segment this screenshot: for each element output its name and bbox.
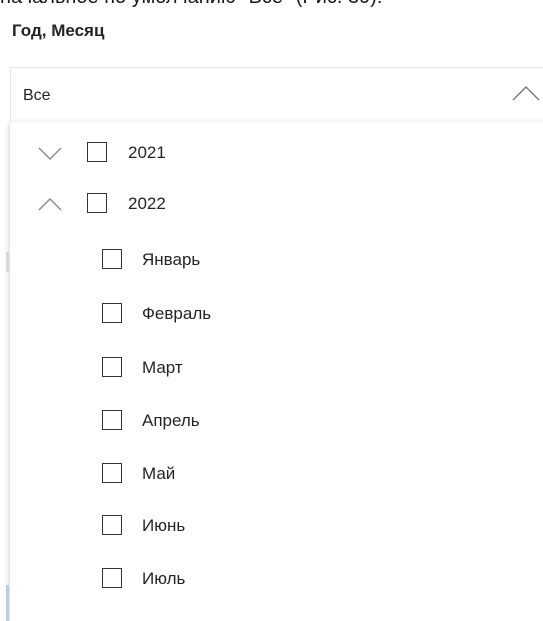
tree-item-month[interactable]: Апрель [10, 402, 530, 442]
checkbox-month[interactable] [102, 249, 122, 269]
checkbox-2022[interactable] [87, 193, 107, 213]
tree-item-month[interactable]: Январь [10, 241, 530, 281]
slicer-dropdown[interactable]: Все [10, 67, 543, 123]
month-label: Июль [142, 569, 186, 588]
tree-item-label: 2021 [128, 143, 166, 162]
month-label: Февраль [142, 304, 212, 323]
month-label: Март [142, 358, 183, 377]
slicer-screenshot: начальное по умолчанию "Все" (Рис. 39): … [0, 0, 543, 621]
checkbox-month[interactable] [102, 463, 122, 483]
month-label: Январь [142, 250, 201, 269]
checkbox-month[interactable] [102, 515, 122, 535]
dropdown-selected-value: Все [23, 87, 51, 104]
slicer-title: Год, Месяц [12, 21, 105, 40]
chevron-up-icon[interactable] [511, 84, 541, 102]
tree-item-label: 2022 [128, 194, 166, 213]
slicer-dropdown-panel: 2021 2022 Январь Февраль Март Апрель Май… [10, 122, 543, 621]
document-context-text: начальное по умолчанию "Все" (Рис. 39): [0, 0, 382, 8]
chevron-up-icon[interactable] [37, 196, 63, 212]
month-label: Май [142, 464, 176, 483]
tree-item-month[interactable]: Июнь [10, 507, 530, 547]
background-divider [6, 252, 9, 272]
tree-item-month[interactable]: Март [10, 349, 530, 389]
checkbox-month[interactable] [102, 568, 122, 588]
tree-item-2022[interactable]: 2022 [10, 185, 530, 225]
checkbox-month[interactable] [102, 410, 122, 430]
chevron-down-icon[interactable] [37, 145, 63, 161]
tree-item-month[interactable]: Май [10, 455, 530, 495]
checkbox-2021[interactable] [87, 142, 107, 162]
tree-item-month[interactable]: Июль [10, 560, 530, 600]
tree-item-month[interactable]: Февраль [10, 295, 530, 335]
checkbox-month[interactable] [102, 357, 122, 377]
checkbox-month[interactable] [102, 303, 122, 323]
month-label: Июнь [142, 516, 186, 535]
tree-item-2021[interactable]: 2021 [10, 134, 530, 174]
background-divider [6, 585, 9, 621]
month-label: Апрель [142, 411, 200, 430]
